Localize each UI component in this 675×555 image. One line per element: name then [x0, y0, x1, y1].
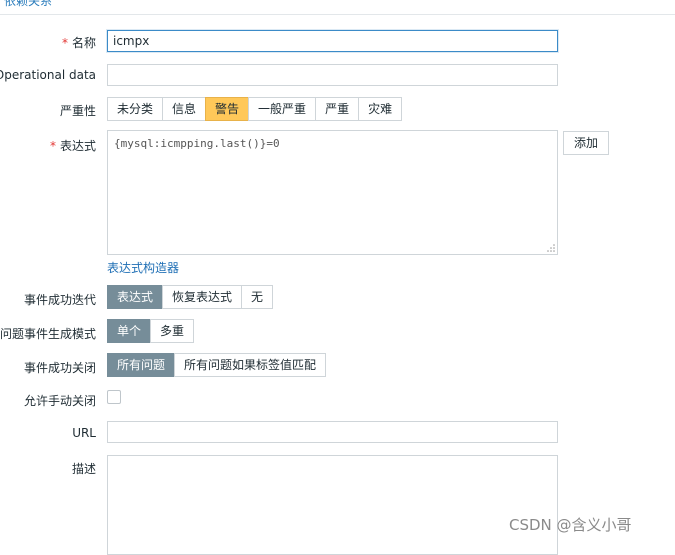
ok-event-recovery-expression-option[interactable]: 恢复表达式 [162, 285, 243, 309]
closes-all-problems-option[interactable]: 所有问题 [107, 353, 176, 377]
severity-label: 严重性 [59, 104, 96, 118]
ok-event-expression-option[interactable]: 表达式 [107, 285, 164, 309]
description-label: 描述 [71, 462, 96, 476]
description-textarea[interactable] [107, 455, 558, 555]
ok-event-generation-selector: 表达式 恢复表达式 无 [107, 285, 274, 309]
operational-data-input[interactable] [107, 64, 558, 86]
name-input[interactable]: icmpx [107, 30, 558, 52]
required-mark: * [61, 36, 68, 50]
resize-grip-icon[interactable] [547, 244, 555, 252]
problem-event-mode-selector: 单个 多重 [107, 319, 195, 343]
operational-data-label: Operational data [0, 68, 96, 82]
name-label: * 名称 [61, 36, 96, 50]
severity-disaster[interactable]: 灾难 [358, 97, 403, 121]
closes-tag-match-option[interactable]: 所有问题如果标签值匹配 [174, 353, 327, 377]
url-input[interactable] [107, 421, 558, 443]
ok-event-none-option[interactable]: 无 [241, 285, 274, 309]
severity-high[interactable]: 严重 [315, 97, 360, 121]
severity-selector: 未分类 信息 警告 一般严重 严重 灾难 [107, 97, 403, 121]
severity-average[interactable]: 一般严重 [248, 97, 317, 121]
top-tab-bar: 依赖关系 [0, 0, 675, 15]
ok-event-generation-label: 事件成功迭代 [23, 293, 96, 307]
required-mark: * [49, 139, 56, 153]
add-expression-button[interactable]: 添加 [563, 131, 609, 155]
problem-event-mode-label: 问题事件生成模式 [0, 327, 96, 341]
allow-manual-close-checkbox[interactable] [107, 390, 121, 404]
severity-warning[interactable]: 警告 [205, 97, 250, 121]
ok-event-closes-label: 事件成功关闭 [23, 361, 96, 375]
expression-label: * 表达式 [49, 139, 96, 153]
expression-text: {mysql:icmpping.last()}=0 [114, 137, 280, 150]
expression-textarea[interactable]: {mysql:icmpping.last()}=0 [107, 130, 558, 255]
problem-mode-multiple-option[interactable]: 多重 [150, 319, 195, 343]
watermark: CSDN @含义小哥 [509, 516, 632, 534]
severity-not-classified[interactable]: 未分类 [107, 97, 164, 121]
ok-event-closes-selector: 所有问题 所有问题如果标签值匹配 [107, 353, 327, 377]
expression-builder-link[interactable]: 表达式构造器 [107, 259, 179, 276]
allow-manual-close-label: 允许手动关闭 [23, 394, 96, 408]
url-label: URL [72, 426, 96, 440]
severity-information[interactable]: 信息 [162, 97, 207, 121]
tab-dependencies[interactable]: 依赖关系 [4, 0, 52, 9]
problem-mode-single-option[interactable]: 单个 [107, 319, 152, 343]
